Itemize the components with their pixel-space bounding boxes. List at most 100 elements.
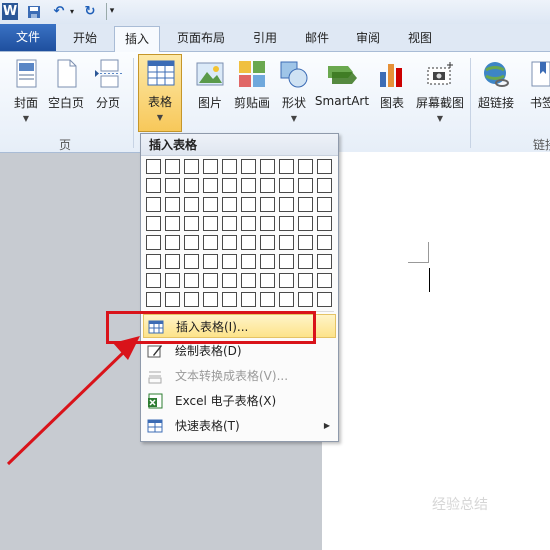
redo-icon[interactable]: ↻ — [82, 3, 98, 20]
table-grid-cell[interactable] — [222, 178, 237, 193]
table-grid-cell[interactable] — [203, 235, 218, 250]
table-grid-cell[interactable] — [298, 159, 313, 174]
tab-view[interactable]: 视图 — [396, 26, 444, 50]
document-page[interactable] — [322, 152, 550, 550]
table-grid-cell[interactable] — [279, 292, 294, 307]
table-grid-cell[interactable] — [184, 292, 199, 307]
table-grid-cell[interactable] — [222, 254, 237, 269]
undo-dropdown-icon[interactable]: ▾ — [68, 3, 76, 20]
table-grid-cell[interactable] — [317, 273, 332, 288]
table-grid-cell[interactable] — [241, 178, 256, 193]
table-grid-cell[interactable] — [241, 159, 256, 174]
table-grid-cell[interactable] — [146, 159, 161, 174]
table-grid-cell[interactable] — [165, 159, 180, 174]
table-grid-cell[interactable] — [184, 235, 199, 250]
table-grid-cell[interactable] — [279, 197, 294, 212]
table-grid-cell[interactable] — [165, 273, 180, 288]
table-grid-cell[interactable] — [222, 292, 237, 307]
table-grid-cell[interactable] — [203, 197, 218, 212]
table-grid-cell[interactable] — [203, 216, 218, 231]
menu-item-quick-tables[interactable]: 快速表格(T) ▶ — [143, 414, 336, 438]
menu-item-text-to-table[interactable]: 文本转换成表格(V)... — [143, 364, 336, 388]
table-grid-cell[interactable] — [222, 197, 237, 212]
table-grid-cell[interactable] — [241, 216, 256, 231]
table-grid-cell[interactable] — [260, 216, 275, 231]
table-grid-cell[interactable] — [203, 273, 218, 288]
table-grid-cell[interactable] — [298, 254, 313, 269]
table-grid-cell[interactable] — [203, 159, 218, 174]
table-grid-cell[interactable] — [184, 178, 199, 193]
table-grid-cell[interactable] — [260, 273, 275, 288]
table-grid-cell[interactable] — [165, 216, 180, 231]
table-grid-cell[interactable] — [317, 292, 332, 307]
table-grid-cell[interactable] — [317, 235, 332, 250]
table-grid-cell[interactable] — [222, 235, 237, 250]
table-grid-cell[interactable] — [165, 197, 180, 212]
table-grid-cell[interactable] — [298, 216, 313, 231]
table-grid-cell[interactable] — [279, 216, 294, 231]
table-grid-cell[interactable] — [222, 273, 237, 288]
table-grid-cell[interactable] — [146, 178, 161, 193]
table-grid-cell[interactable] — [146, 273, 161, 288]
menu-item-excel-spreadsheet[interactable]: Excel 电子表格(X) — [143, 389, 336, 413]
table-grid-cell[interactable] — [241, 254, 256, 269]
table-grid-cell[interactable] — [184, 216, 199, 231]
table-grid-cell[interactable] — [165, 235, 180, 250]
tab-home[interactable]: 开始 — [58, 26, 112, 50]
table-grid-cell[interactable] — [184, 273, 199, 288]
table-grid-cell[interactable] — [279, 159, 294, 174]
table-grid-cell[interactable] — [146, 292, 161, 307]
table-grid-cell[interactable] — [317, 197, 332, 212]
table-grid-cell[interactable] — [298, 235, 313, 250]
table-grid-cell[interactable] — [317, 159, 332, 174]
table-grid-cell[interactable] — [184, 254, 199, 269]
table-grid-cell[interactable] — [241, 273, 256, 288]
table-grid-cell[interactable] — [165, 292, 180, 307]
screenshot-button[interactable]: 屏幕截图 ▼ — [416, 56, 464, 136]
table-grid-cell[interactable] — [184, 197, 199, 212]
table-grid-cell[interactable] — [279, 254, 294, 269]
table-grid-cell[interactable] — [241, 292, 256, 307]
tab-insert[interactable]: 插入 — [114, 26, 160, 52]
table-button[interactable]: 表格 ▼ — [138, 54, 182, 132]
save-icon[interactable] — [26, 3, 42, 20]
table-grid-cell[interactable] — [260, 254, 275, 269]
table-grid-cell[interactable] — [279, 235, 294, 250]
page-break-button[interactable]: 分页 — [86, 56, 130, 136]
table-grid-cell[interactable] — [146, 197, 161, 212]
word-app-icon[interactable]: W — [2, 3, 18, 20]
table-grid-cell[interactable] — [279, 273, 294, 288]
table-grid-cell[interactable] — [241, 197, 256, 212]
table-grid-cell[interactable] — [260, 235, 275, 250]
bookmark-button[interactable]: 书签 — [520, 56, 550, 136]
table-grid-cell[interactable] — [298, 178, 313, 193]
table-grid-cell[interactable] — [203, 292, 218, 307]
table-grid-cell[interactable] — [222, 159, 237, 174]
table-grid-cell[interactable] — [317, 254, 332, 269]
tab-file[interactable]: 文件 — [0, 24, 56, 51]
table-grid-cell[interactable] — [260, 178, 275, 193]
table-grid-cell[interactable] — [260, 292, 275, 307]
undo-icon[interactable]: ↶ — [50, 3, 68, 20]
table-grid-cell[interactable] — [317, 178, 332, 193]
chart-button[interactable]: 图表 — [370, 56, 414, 136]
table-grid-cell[interactable] — [165, 178, 180, 193]
table-grid-cell[interactable] — [298, 273, 313, 288]
table-grid-cell[interactable] — [203, 254, 218, 269]
tab-page-layout[interactable]: 页面布局 — [162, 26, 240, 50]
table-grid-cell[interactable] — [298, 197, 313, 212]
table-grid-cell[interactable] — [260, 197, 275, 212]
table-grid-cell[interactable] — [241, 235, 256, 250]
table-grid-cell[interactable] — [317, 216, 332, 231]
table-grid-cell[interactable] — [298, 292, 313, 307]
table-grid-cell[interactable] — [279, 178, 294, 193]
shapes-button[interactable]: 形状 ▼ — [272, 56, 316, 136]
table-grid-cell[interactable] — [146, 235, 161, 250]
table-grid-cell[interactable] — [146, 254, 161, 269]
tab-review[interactable]: 审阅 — [344, 26, 392, 50]
tab-mailings[interactable]: 邮件 — [294, 26, 340, 50]
table-grid-cell[interactable] — [222, 216, 237, 231]
tab-references[interactable]: 引用 — [242, 26, 288, 50]
table-grid-cell[interactable] — [165, 254, 180, 269]
table-grid-cell[interactable] — [184, 159, 199, 174]
